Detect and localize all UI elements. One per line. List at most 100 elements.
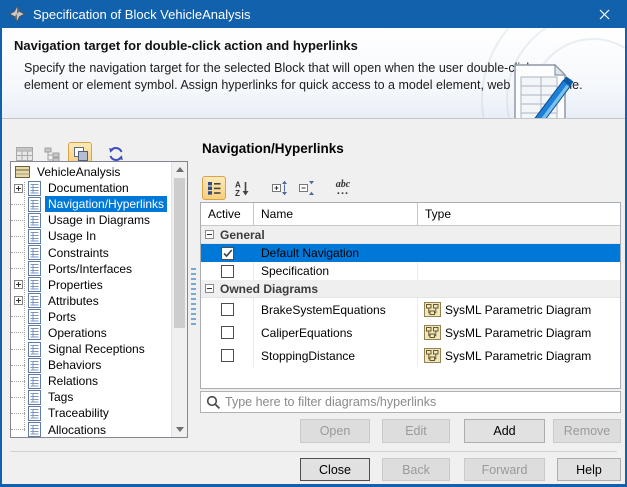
tree-item-label[interactable]: Documentation [45,180,132,196]
tree-connector [11,252,25,253]
active-checkbox[interactable] [221,303,234,316]
tree-item-label[interactable]: Ports/Interfaces [45,261,135,277]
row-name[interactable]: CaliperEquations [254,321,418,344]
table-row-stoppingdistance[interactable]: StoppingDistanceSysML Parametric Diagram [201,344,620,367]
add-button[interactable]: Add [464,419,545,443]
spec-tree: VehicleAnalysisDocumentationNavigation/H… [11,164,172,437]
active-checkbox[interactable] [221,326,234,339]
tree-item-ports-interfaces[interactable]: Ports/Interfaces [11,261,172,277]
tree-item-constraints[interactable]: Constraints [11,244,172,260]
tree-item-label[interactable]: Usage In [45,228,99,244]
table-row-brakesystemequations[interactable]: BrakeSystemEquationsSysML Parametric Dia… [201,298,620,321]
collapse-icon[interactable] [205,230,214,239]
scroll-up-icon[interactable] [172,162,187,177]
collapse-icon[interactable] [205,284,214,293]
tree-item-label[interactable]: Operations [45,325,110,341]
tree-item-ports[interactable]: Ports [11,309,172,325]
close-button[interactable] [582,0,627,28]
close-dialog-button[interactable]: Close [300,458,370,481]
tree-item-label[interactable]: Signal Receptions [45,341,148,357]
tree-item-signal-receptions[interactable]: Signal Receptions [11,341,172,357]
tree-connector [11,381,25,382]
tree-item-allocations[interactable]: Allocations [11,422,172,438]
tree-item-usage-in[interactable]: Usage In [11,228,172,244]
row-type[interactable]: SysML Parametric Diagram [418,321,620,344]
forward-button[interactable]: Forward [464,458,545,481]
column-header-active[interactable]: Active [201,203,254,225]
tree-item-label[interactable]: Navigation/Hyperlinks [45,196,167,212]
row-type[interactable]: SysML Parametric Diagram [418,298,620,321]
column-header-name[interactable]: Name [254,203,418,225]
tree-item-documentation[interactable]: Documentation [11,180,172,196]
back-button[interactable]: Back [382,458,450,481]
scroll-down-icon[interactable] [172,422,187,437]
table-row-specification[interactable]: Specification [201,262,620,280]
table-header[interactable]: Active Name Type [201,203,620,226]
tree-item-attributes[interactable]: Attributes [11,293,172,309]
tree-item-label[interactable]: Behaviors [45,357,104,373]
row-name[interactable]: Specification [254,262,418,280]
open-button[interactable]: Open [300,419,370,443]
group-label: Owned Diagrams [220,282,318,296]
tree-item-properties[interactable]: Properties [11,277,172,293]
tree-item-navigation-hyperlinks[interactable]: Navigation/Hyperlinks [11,196,172,212]
tree-item-operations[interactable]: Operations [11,325,172,341]
edit-button[interactable]: Edit [382,419,450,443]
tree-scrollbar[interactable] [171,162,187,437]
row-type[interactable]: SysML Parametric Diagram [418,344,620,367]
expand-icon[interactable] [14,280,23,289]
table-toolbar: A Z abc... [202,174,359,202]
row-name[interactable]: BrakeSystemEquations [254,298,418,321]
filter-field[interactable] [200,391,621,413]
table-row-default-navigation[interactable]: Default Navigation [201,244,620,262]
active-checkbox[interactable] [221,265,234,278]
tree-connector [11,268,25,269]
tree-item-label[interactable]: Traceability [45,405,112,421]
tree-item-label[interactable]: Properties [45,277,106,293]
collapse-all-icon[interactable] [295,176,317,200]
tree-item-label[interactable]: Usage in Diagrams [45,212,153,228]
help-button[interactable]: Help [557,458,621,481]
tree-item-label[interactable]: Allocations [45,422,109,438]
sort-alphabetically-icon[interactable]: A Z [231,176,253,200]
page-icon [28,213,41,228]
tree-connector [11,429,25,430]
tree-item-label[interactable]: Attributes [45,293,102,309]
remove-button[interactable]: Remove [553,419,621,443]
tree-item-traceability[interactable]: Traceability [11,405,172,421]
categorized-view-icon[interactable] [202,176,226,200]
header-banner: Navigation target for double-click actio… [2,28,625,119]
tree-item-label[interactable]: Relations [45,373,101,389]
page-icon [28,390,41,405]
tree-item-relations[interactable]: Relations [11,373,172,389]
row-name[interactable]: StoppingDistance [254,344,418,367]
show-description-icon[interactable]: abc... [332,176,354,200]
tree-item-label[interactable]: Ports [45,309,79,325]
active-checkbox[interactable] [221,247,234,260]
title-bar[interactable]: Specification of Block VehicleAnalysis [0,0,627,28]
expand-icon[interactable] [14,296,23,305]
row-type-label: SysML Parametric Diagram [445,326,591,340]
page-icon [28,422,41,437]
group-row-owned-diagrams[interactable]: Owned Diagrams [201,280,620,298]
banner-description-line2: element or element symbol. Assign hyperl… [24,77,583,94]
row-type[interactable] [418,244,620,262]
tree-item-root[interactable]: VehicleAnalysis [11,164,172,180]
expand-icon[interactable] [14,184,23,193]
tree-item-usage-in-diagrams[interactable]: Usage in Diagrams [11,212,172,228]
active-checkbox[interactable] [221,349,234,362]
tree-item-tags[interactable]: Tags [11,389,172,405]
tree-item-behaviors[interactable]: Behaviors [11,357,172,373]
tree-item-label[interactable]: VehicleAnalysis [34,164,123,180]
row-type[interactable] [418,262,620,280]
table-row-caliperequations[interactable]: CaliperEquations SysML Parametric Diagram [201,321,620,344]
tree-item-label[interactable]: Constraints [45,245,112,261]
row-name[interactable]: Default Navigation [254,244,418,262]
scrollbar-thumb[interactable] [174,178,185,328]
panel-splitter[interactable] [191,268,196,326]
group-row-general[interactable]: General [201,226,620,244]
filter-input[interactable] [221,393,620,411]
tree-item-label[interactable]: Tags [45,389,76,405]
column-header-type[interactable]: Type [418,203,620,225]
expand-all-icon[interactable] [268,176,290,200]
